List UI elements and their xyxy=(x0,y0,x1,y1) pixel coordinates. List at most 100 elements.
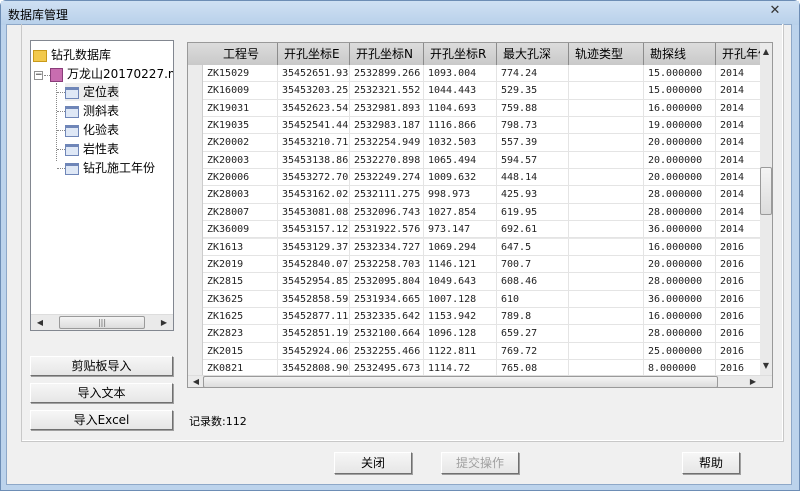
grid-cell[interactable]: 759.88 xyxy=(497,99,569,117)
grid-cell[interactable]: 1009.632 xyxy=(424,169,497,187)
grid-cell[interactable]: 35452651.931 xyxy=(278,65,350,82)
grid-cell[interactable] xyxy=(569,307,644,325)
grid-cell[interactable]: 2016 xyxy=(716,307,761,325)
collapse-icon[interactable]: − xyxy=(34,71,43,80)
table-row[interactable]: ZK28007 35453081.085 2532096.743 1027.854 61… xyxy=(203,203,761,222)
grid-cell[interactable]: ZK16009 xyxy=(203,82,278,100)
grid-cell[interactable]: 610 xyxy=(497,290,569,308)
grid-horizontal-scrollbar[interactable]: ◀ ▶ xyxy=(188,375,772,387)
grid-cell[interactable]: 2014 xyxy=(716,117,761,135)
column-header[interactable]: 勘探线 xyxy=(644,43,716,65)
grid-cell[interactable] xyxy=(569,273,644,291)
tree-table-item[interactable]: 岩性表 xyxy=(65,140,119,158)
grid-cell[interactable]: 425.93 xyxy=(497,186,569,204)
grid-cell[interactable]: 1116.866 xyxy=(424,117,497,135)
grid-cell[interactable]: 659.27 xyxy=(497,325,569,343)
grid-cell[interactable]: ZK1625 xyxy=(203,307,278,325)
grid-cell[interactable]: ZK2815 xyxy=(203,273,278,291)
grid-cell[interactable]: 2016 xyxy=(716,238,761,256)
grid-cell[interactable]: 2532335.642 xyxy=(350,307,424,325)
table-row[interactable]: ZK20006 35453272.703 2532249.274 1009.632 44… xyxy=(203,169,761,187)
tree-root[interactable]: 钻孔数据库 xyxy=(33,46,111,64)
grid-cell[interactable]: ZK20002 xyxy=(203,134,278,152)
import-text-button[interactable]: 导入文本 xyxy=(30,383,173,403)
grid-cell[interactable] xyxy=(569,65,644,82)
grid-cell[interactable]: ZK2015 xyxy=(203,342,278,360)
close-icon[interactable]: ✕ xyxy=(763,3,787,19)
grid-cell[interactable]: 2014 xyxy=(716,151,761,169)
grid-cell[interactable]: 1122.811 xyxy=(424,342,497,360)
grid-cell[interactable]: 647.5 xyxy=(497,238,569,256)
grid-cell[interactable]: 35452924.069 xyxy=(278,342,350,360)
grid-cell[interactable]: 16.000000 xyxy=(644,99,716,117)
grid-cell[interactable] xyxy=(569,134,644,152)
grid-cell[interactable]: 2014 xyxy=(716,134,761,152)
grid-cell[interactable]: 789.8 xyxy=(497,307,569,325)
grid-cell[interactable]: 35452851.197 xyxy=(278,325,350,343)
grid-cell[interactable]: 2014 xyxy=(716,221,761,239)
column-header[interactable]: 开孔坐标E xyxy=(278,43,350,65)
grid-cell[interactable] xyxy=(569,186,644,204)
grid-cell[interactable]: 1027.854 xyxy=(424,203,497,221)
table-row[interactable]: ZK20003 35453138.865 2532270.898 1065.494 59… xyxy=(203,151,761,170)
grid-cell[interactable]: 25.000000 xyxy=(644,342,716,360)
table-row[interactable]: ZK2019 35452840.076 2532258.703 1146.121 700… xyxy=(203,255,761,274)
grid-cell[interactable]: 35453081.085 xyxy=(278,203,350,221)
grid-cell[interactable]: 15.000000 xyxy=(644,65,716,82)
table-row[interactable]: ZK19031 35452623.547 2532981.893 1104.693 75… xyxy=(203,99,761,118)
grid-cell[interactable]: 2532111.275 xyxy=(350,186,424,204)
table-row[interactable]: ZK2015 35452924.069 2532255.466 1122.811 769… xyxy=(203,342,761,360)
grid-cell[interactable]: 35452858.593 xyxy=(278,290,350,308)
column-header[interactable]: 最大孔深 xyxy=(497,43,569,65)
grid-cell[interactable]: 1146.121 xyxy=(424,255,497,273)
grid-cell[interactable]: 35453272.703 xyxy=(278,169,350,187)
grid-cell[interactable]: 2532096.743 xyxy=(350,203,424,221)
grid-cell[interactable]: 448.14 xyxy=(497,169,569,187)
grid-cell[interactable]: 2014 xyxy=(716,186,761,204)
grid-cell[interactable]: 2532981.893 xyxy=(350,99,424,117)
grid-cell[interactable]: 2531922.576 xyxy=(350,221,424,239)
grid-cell[interactable]: 16.000000 xyxy=(644,238,716,256)
grid-cell[interactable]: 529.35 xyxy=(497,82,569,100)
table-row[interactable]: ZK28003 35453162.025 2532111.275 998.973 425… xyxy=(203,186,761,204)
grid-cell[interactable]: ZK2823 xyxy=(203,325,278,343)
grid-cell[interactable]: 28.000000 xyxy=(644,273,716,291)
table-row[interactable]: ZK36009 35453157.127 2531922.576 973.147 692… xyxy=(203,221,761,239)
grid-cell[interactable]: 2532270.898 xyxy=(350,151,424,169)
grid-cell[interactable]: 1069.294 xyxy=(424,238,497,256)
grid-cell[interactable]: 2532334.727 xyxy=(350,238,424,256)
grid-cell[interactable]: 28.000000 xyxy=(644,186,716,204)
scroll-thumb[interactable]: ||| xyxy=(59,316,145,329)
table-row[interactable]: ZK2823 35452851.197 2532100.664 1096.128 659… xyxy=(203,325,761,343)
grid-cell[interactable] xyxy=(569,203,644,221)
grid-cell[interactable]: 608.46 xyxy=(497,273,569,291)
database-tree[interactable]: 钻孔数据库 − 万龙山20170227.mdb 定位表 测斜表 化验表 岩性表 … xyxy=(30,40,174,331)
grid-cell[interactable]: 2014 xyxy=(716,203,761,221)
column-header[interactable]: 开孔坐标R xyxy=(424,43,497,65)
grid-cell[interactable]: 2532258.703 xyxy=(350,255,424,273)
grid-cell[interactable]: 798.73 xyxy=(497,117,569,135)
grid-cell[interactable]: 2532249.274 xyxy=(350,169,424,187)
scroll-right-icon[interactable]: ▶ xyxy=(746,376,760,387)
grid-cell[interactable]: 973.147 xyxy=(424,221,497,239)
scroll-up-icon[interactable]: ▲ xyxy=(760,45,772,59)
table-row[interactable]: ZK19035 35452541.442 2532983.187 1116.866 79… xyxy=(203,117,761,135)
grid-cell[interactable]: 1093.004 xyxy=(424,65,497,82)
grid-cell[interactable]: 35452877.113 xyxy=(278,307,350,325)
scroll-left-icon[interactable]: ◀ xyxy=(33,316,47,330)
grid-cell[interactable]: 2532095.804 xyxy=(350,273,424,291)
grid-cell[interactable]: ZK28007 xyxy=(203,203,278,221)
grid-cell[interactable]: ZK36009 xyxy=(203,221,278,239)
grid-cell[interactable]: 1096.128 xyxy=(424,325,497,343)
grid-cell[interactable]: 2014 xyxy=(716,65,761,82)
grid-cell[interactable]: 15.000000 xyxy=(644,82,716,100)
grid-cell[interactable]: 20.000000 xyxy=(644,255,716,273)
grid-cell[interactable]: 35453138.865 xyxy=(278,151,350,169)
grid-cell[interactable]: 2014 xyxy=(716,99,761,117)
grid-cell[interactable]: 1065.494 xyxy=(424,151,497,169)
grid-cell[interactable]: 2014 xyxy=(716,82,761,100)
column-header[interactable]: 开孔年份 xyxy=(716,43,761,65)
grid-cell[interactable] xyxy=(569,169,644,187)
clipboard-import-button[interactable]: 剪贴板导入 xyxy=(30,356,173,376)
tree-table-item[interactable]: 钻孔施工年份 xyxy=(65,159,155,177)
